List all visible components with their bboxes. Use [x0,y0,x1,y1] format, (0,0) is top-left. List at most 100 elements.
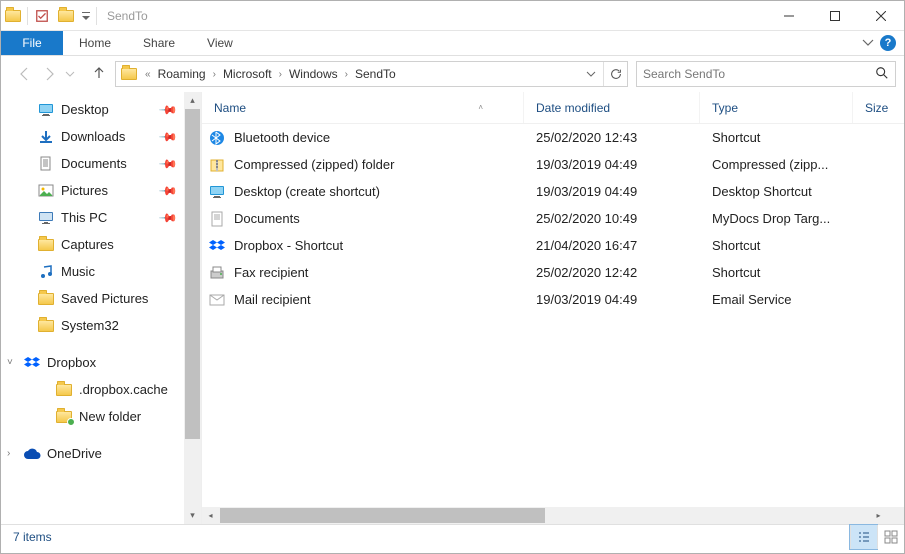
breadcrumb-sep[interactable]: › [342,69,351,80]
pin-icon: 📌 [158,126,178,146]
qat-customize-dropdown[interactable] [78,1,94,30]
sidebar-item-label: .dropbox.cache [79,382,168,397]
file-row[interactable]: Documents25/02/2020 10:49MyDocs Drop Tar… [202,205,904,232]
sidebar-item-onedrive[interactable]: › OneDrive [1,440,184,467]
view-thumbnails-button[interactable] [877,525,904,549]
sidebar-item-this pc[interactable]: This PC📌 [1,204,184,231]
desktop-icon [37,101,55,119]
sidebar-scroll-thumb[interactable] [185,109,200,439]
sidebar-item--dropbox-cache[interactable]: .dropbox.cache [1,376,184,403]
file-date: 19/03/2019 04:49 [524,184,700,199]
folder-icon [55,381,73,399]
hscroll-left[interactable]: ◂ [202,507,219,524]
folder-icon [37,236,55,254]
column-header-name-label: Name [214,101,246,115]
search-icon[interactable] [875,66,889,83]
desktop-icon [208,183,226,201]
minimize-button[interactable] [766,1,812,31]
breadcrumb-sep[interactable]: › [276,69,285,80]
file-date: 25/02/2020 12:42 [524,265,700,280]
sidebar-item-captures[interactable]: Captures [1,231,184,258]
tab-home[interactable]: Home [63,31,127,55]
hscroll-right[interactable]: ▸ [870,507,887,524]
breadcrumb-roaming[interactable]: Roaming [154,62,210,86]
horizontal-scrollbar[interactable]: ◂ ▸ [202,507,887,524]
file-row[interactable]: Desktop (create shortcut)19/03/2019 04:4… [202,178,904,205]
file-date: 25/02/2020 12:43 [524,130,700,145]
close-button[interactable] [858,1,904,31]
tab-share[interactable]: Share [127,31,191,55]
sidebar-item-system32[interactable]: System32 [1,312,184,339]
file-type: Shortcut [700,130,853,145]
sidebar-item-label: OneDrive [47,446,102,461]
column-header-date[interactable]: Date modified [524,92,700,123]
pin-icon: 📌 [158,153,178,173]
file-row[interactable]: Fax recipient25/02/2020 12:42Shortcut [202,259,904,286]
sidebar-item-downloads[interactable]: Downloads📌 [1,123,184,150]
sidebar-item-label: Dropbox [47,355,96,370]
search-box[interactable]: Search SendTo [636,61,896,87]
file-type: Email Service [700,292,853,307]
file-name: Compressed (zipped) folder [234,157,394,172]
help-button[interactable]: ? [880,35,896,51]
recent-locations-dropdown[interactable] [65,69,75,79]
hscroll-thumb[interactable] [220,508,545,523]
file-row[interactable]: Dropbox - Shortcut21/04/2020 16:47Shortc… [202,232,904,259]
qat-properties-button[interactable] [30,1,54,30]
breadcrumb-overflow[interactable]: « [142,69,154,80]
pin-icon: 📌 [158,207,178,227]
sidebar-scroll-up[interactable]: ▴ [184,92,201,109]
file-date: 19/03/2019 04:49 [524,292,700,307]
dropbox-icon [23,354,41,372]
chevron-icon[interactable]: ˅ [7,357,13,368]
column-header-name[interactable]: Name ˄ [202,92,524,123]
qat-folder-button[interactable] [54,1,78,30]
sidebar-item-label: Pictures [61,183,108,198]
file-name: Mail recipient [234,292,311,307]
sidebar-item-label: System32 [61,318,119,333]
up-button[interactable] [91,64,107,85]
breadcrumb-microsoft[interactable]: Microsoft [219,62,276,86]
view-details-button[interactable] [850,525,877,549]
tab-view[interactable]: View [191,31,249,55]
sidebar-item-desktop[interactable]: Desktop📌 [1,96,184,123]
forward-button[interactable] [41,66,57,82]
sidebar-scroll-down[interactable]: ▾ [184,507,201,524]
sidebar-item-music[interactable]: Music [1,258,184,285]
sidebar-item-dropbox[interactable]: ˅ Dropbox [1,349,184,376]
file-row[interactable]: Mail recipient 19/03/2019 04:49Email Serv… [202,286,904,313]
address-bar[interactable]: « Roaming› Microsoft› Windows› SendTo [115,61,628,87]
file-row[interactable]: Bluetooth device 25/02/2020 12:43Shortcut [202,124,904,151]
sidebar-item-new folder[interactable]: New folder [1,403,184,430]
newfolder-icon [55,408,73,426]
column-header-size[interactable]: Size [853,92,893,123]
pin-icon: 📌 [158,180,178,200]
address-dropdown-button[interactable] [579,62,603,86]
sidebar-item-label: Desktop [61,102,109,117]
fax-icon [208,264,226,282]
refresh-button[interactable] [603,62,627,86]
sidebar-item-saved pictures[interactable]: Saved Pictures [1,285,184,312]
separator [96,7,97,25]
breadcrumb-sendto[interactable]: SendTo [351,62,400,86]
file-type: MyDocs Drop Targ... [700,211,853,226]
view-switcher [850,525,904,549]
tab-file[interactable]: File [1,31,63,55]
folder-icon [37,317,55,335]
chevron-icon[interactable]: › [7,448,10,459]
status-bar: 7 items [1,524,904,549]
column-header-type[interactable]: Type [700,92,853,123]
breadcrumb-sep[interactable]: › [210,69,219,80]
sidebar-item-documents[interactable]: Documents📌 [1,150,184,177]
expand-ribbon-button[interactable] [862,36,874,51]
sort-indicator-icon: ˄ [478,103,483,112]
file-name: Bluetooth device [234,130,330,145]
page-icon [208,210,226,228]
file-row[interactable]: Compressed (zipped) folder19/03/2019 04:… [202,151,904,178]
sidebar-item-label: Captures [61,237,114,252]
maximize-button[interactable] [812,1,858,31]
sidebar-scrollbar[interactable]: ▴ ▾ [184,92,201,524]
back-button[interactable] [17,66,33,82]
breadcrumb-windows[interactable]: Windows [285,62,342,86]
sidebar-item-pictures[interactable]: Pictures 📌 [1,177,184,204]
